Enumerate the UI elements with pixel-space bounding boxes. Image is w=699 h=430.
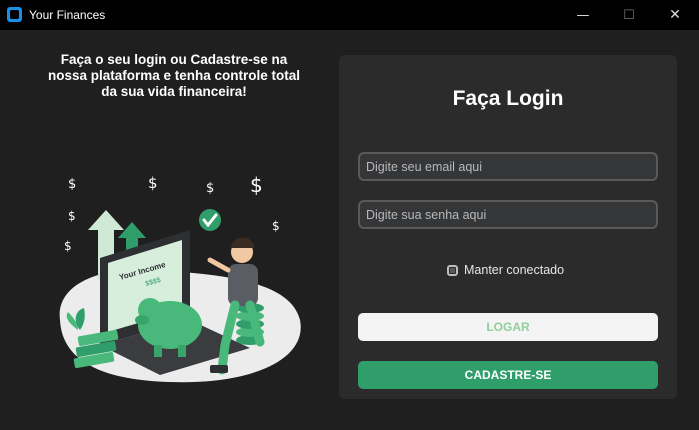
- dollar-icon: $: [250, 173, 263, 197]
- dollar-icon: $: [206, 181, 214, 196]
- login-button[interactable]: LOGAR: [358, 313, 658, 341]
- close-button[interactable]: ✕: [652, 0, 698, 30]
- login-card: Faça Login Manter conectado LOGAR CADAST…: [339, 55, 677, 399]
- remember-me-toggle[interactable]: Manter conectado: [447, 263, 564, 277]
- dollar-icon: $: [64, 239, 72, 253]
- minimize-button[interactable]: —: [560, 0, 606, 30]
- window-title: Your Finances: [29, 8, 106, 22]
- maximize-button[interactable]: ☐: [606, 0, 652, 30]
- email-input[interactable]: [358, 152, 658, 181]
- login-title: Faça Login: [452, 87, 564, 110]
- window-titlebar: Your Finances — ☐ ✕: [0, 0, 699, 30]
- tagline: Faça o seu login ou Cadastre-se na nossa…: [47, 52, 301, 99]
- dollar-icon: $: [272, 219, 280, 233]
- dollar-icon: $: [148, 174, 158, 192]
- left-panel: Faça o seu login ou Cadastre-se na nossa…: [0, 30, 340, 430]
- remember-me-label: Manter conectado: [464, 263, 565, 277]
- dollar-icon: $: [68, 177, 76, 192]
- password-input[interactable]: [358, 200, 658, 229]
- finance-illustration: Your Income $$$$ $ $ $ $ $ $ $: [59, 173, 301, 383]
- check-badge-icon: [199, 209, 221, 231]
- app-icon: [7, 7, 22, 22]
- signup-button[interactable]: CADASTRE-SE: [358, 361, 658, 389]
- remember-me-checkbox[interactable]: [447, 264, 458, 276]
- dollar-icon: $: [68, 209, 76, 223]
